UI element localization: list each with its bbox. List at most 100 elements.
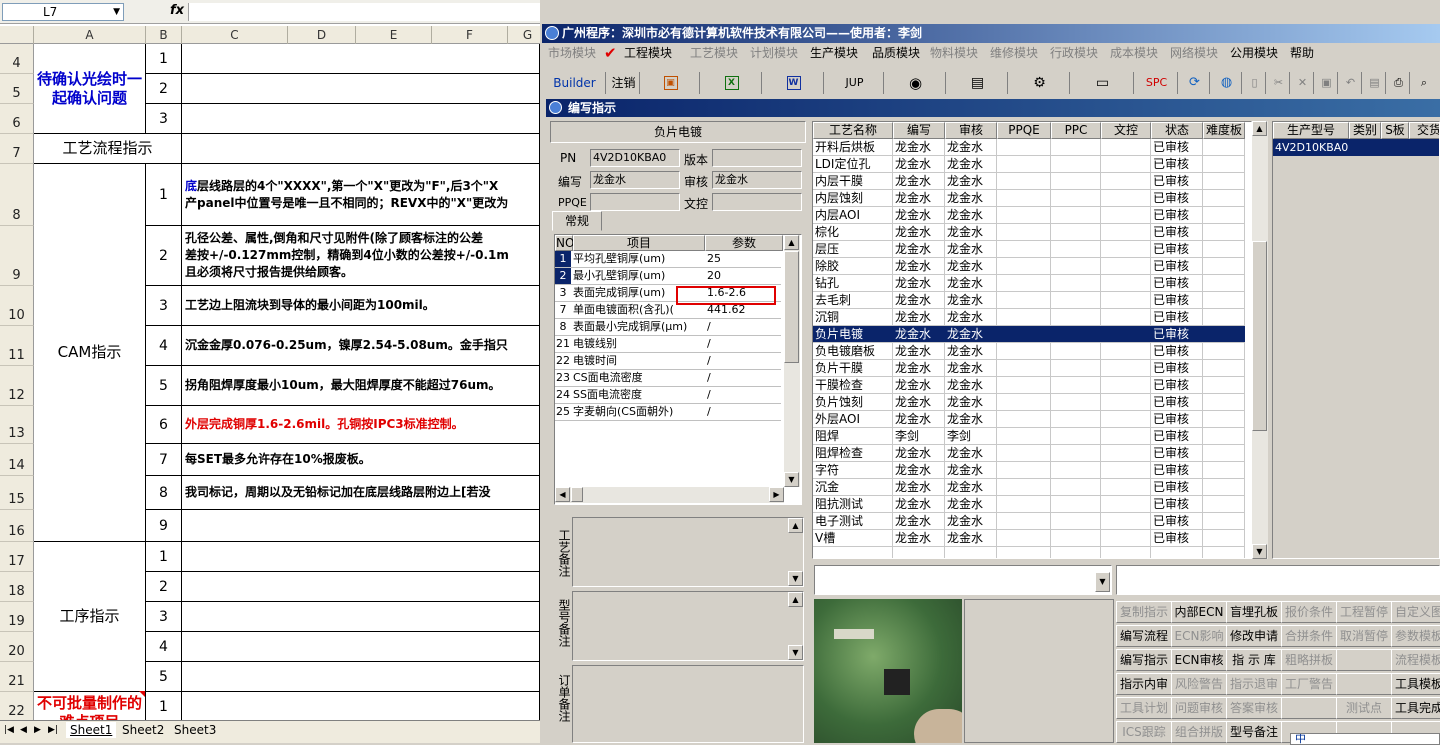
b-number-cell[interactable]: 3 (146, 602, 182, 632)
process-row[interactable]: 阻焊检查 龙金水 龙金水 已审核 (813, 445, 1245, 462)
jup-button[interactable]: JUP (826, 72, 884, 94)
refresh-icon[interactable]: ⟳ (1180, 72, 1210, 94)
row-header[interactable]: 14 (0, 444, 34, 476)
param-row[interactable]: 1 平均孔壁铜厚(um) 25 (555, 251, 781, 268)
preview-icon[interactable]: ▤ (1364, 72, 1386, 94)
menu-item-7[interactable]: 维修模块 (990, 43, 1038, 63)
action-button[interactable]: 工厂警告 (1281, 673, 1337, 695)
menu-item-1[interactable]: 工程模块 (624, 43, 672, 63)
column-header-g[interactable]: G (508, 26, 540, 44)
action-button[interactable]: 报价条件 (1281, 601, 1337, 623)
b-number-cell[interactable]: 1 (146, 44, 182, 74)
database-icon[interactable]: ▤ (948, 72, 1008, 94)
column-header-e[interactable]: E (356, 26, 432, 44)
action-button[interactable]: 流程模板 (1391, 649, 1440, 671)
scroll-left-icon[interactable]: ◀ (555, 487, 570, 502)
row-header[interactable]: 20 (0, 632, 34, 662)
column-header-f[interactable]: F (432, 26, 508, 44)
action-button[interactable]: 盲埋孔板 (1226, 601, 1282, 623)
b-number-cell[interactable]: 3 (146, 104, 182, 134)
b-number-cell[interactable]: 2 (146, 74, 182, 104)
b-number-cell[interactable]: 8 (146, 476, 182, 510)
model-scroll-up-icon[interactable]: ▲ (788, 592, 803, 607)
row-header[interactable]: 19 (0, 602, 34, 632)
action-button[interactable]: 粗略拼板 (1281, 649, 1337, 671)
action-button[interactable]: 问题审核 (1171, 697, 1227, 719)
action-button[interactable]: 编写指示 (1116, 649, 1172, 671)
menu-item-11[interactable]: 公用模块 (1230, 43, 1278, 63)
process-row[interactable]: 内层AOI 龙金水 龙金水 已审核 (813, 207, 1245, 224)
group-flow-cell[interactable]: 工艺流程指示 (34, 134, 182, 164)
content-cell[interactable] (182, 510, 540, 542)
name-box[interactable]: L7 ▼ (2, 3, 124, 21)
param-row[interactable]: 24 SS面电流密度 / (555, 387, 781, 404)
action-button[interactable]: 工程暂停 (1336, 601, 1392, 623)
column-header-a[interactable]: A (34, 26, 146, 44)
menu-item-3[interactable]: 计划模块 (750, 43, 798, 63)
menu-item-12[interactable]: 帮助 (1290, 43, 1314, 63)
process-notes[interactable]: ▲ ▼ (572, 517, 804, 587)
group-process-cell[interactable]: 工序指示 (34, 542, 146, 692)
process-row[interactable]: 负片电镀 龙金水 龙金水 已审核 (813, 326, 1245, 343)
next-sheet-icon[interactable]: ▶ (34, 725, 41, 735)
cam-instruction-cell[interactable]: 底层线路层的4个"XXXX",第一个"X"更改为"F",后3个"X 产panel中… (182, 164, 540, 226)
ime-bar[interactable]: 中 (1290, 733, 1440, 745)
cam-instruction-cell[interactable]: 我司标记，周期以及无铅标记加在底层线路层附边上[若没 (182, 476, 540, 510)
sheet-tab-1[interactable]: Sheet1 (66, 722, 117, 738)
scroll-thumb[interactable] (784, 251, 799, 363)
proc-header[interactable]: 编写 (893, 122, 945, 139)
action-button[interactable] (1281, 697, 1337, 719)
word-button[interactable]: W (764, 72, 824, 94)
proc-header[interactable]: 文控 (1101, 122, 1151, 139)
process-row[interactable]: 内层干膜 龙金水 龙金水 已审核 (813, 173, 1245, 190)
action-button[interactable]: 指示内审 (1116, 673, 1172, 695)
process-row[interactable]: 去毛刺 龙金水 龙金水 已审核 (813, 292, 1245, 309)
notes-scroll-down-icon[interactable]: ▼ (788, 571, 803, 586)
content-cell[interactable] (182, 44, 540, 74)
process-row[interactable]: 电子测试 龙金水 龙金水 已审核 (813, 513, 1245, 530)
content-cell[interactable] (182, 74, 540, 104)
row-header[interactable]: 8 (0, 164, 34, 226)
process-row[interactable]: V槽 龙金水 龙金水 已审核 (813, 530, 1245, 547)
undo-icon[interactable]: ↶ (1340, 72, 1362, 94)
proc-header[interactable]: 难度板 (1203, 122, 1245, 139)
process-row[interactable]: 负电镀磨板 龙金水 龙金水 已审核 (813, 343, 1245, 360)
b-number-cell[interactable]: 4 (146, 632, 182, 662)
action-button[interactable]: 工具模板 (1391, 673, 1440, 695)
b-number-cell[interactable]: 6 (146, 406, 182, 444)
param-row[interactable]: 22 电镀时间 / (555, 353, 781, 370)
proc-header[interactable]: PPC (1051, 122, 1101, 139)
doc-field[interactable] (712, 193, 802, 211)
action-button[interactable]: 工具计划 (1116, 697, 1172, 719)
chevron-down-icon[interactable]: ▼ (113, 4, 120, 20)
writer-field[interactable]: 龙金水 (590, 171, 680, 189)
content-cell[interactable] (182, 104, 540, 134)
process-row[interactable]: 层压 龙金水 龙金水 已审核 (813, 241, 1245, 258)
select-all-corner[interactable] (0, 26, 34, 44)
find-icon[interactable]: ⌕ (1412, 72, 1436, 94)
process-row[interactable]: 棕化 龙金水 龙金水 已审核 (813, 224, 1245, 241)
b-number-cell[interactable]: 5 (146, 662, 182, 692)
row-header[interactable]: 17 (0, 542, 34, 572)
action-button[interactable]: 风险警告 (1171, 673, 1227, 695)
menu-item-9[interactable]: 成本模块 (1110, 43, 1158, 63)
row-header[interactable]: 16 (0, 510, 34, 542)
content-cell[interactable] (182, 692, 540, 722)
excel-button[interactable]: X (702, 72, 762, 94)
column-header-d[interactable]: D (288, 26, 356, 44)
row-header[interactable]: 4 (0, 44, 34, 74)
param-row[interactable]: 23 CS面电流密度 / (555, 370, 781, 387)
action-button[interactable] (1336, 649, 1392, 671)
b-number-cell[interactable]: 1 (146, 692, 182, 722)
content-cell[interactable] (182, 134, 540, 164)
process-row[interactable]: LDI定位孔 龙金水 龙金水 已审核 (813, 156, 1245, 173)
content-cell[interactable] (182, 542, 540, 572)
menu-item-5[interactable]: 品质模块 (872, 43, 920, 63)
action-button[interactable]: 指示退审 (1226, 673, 1282, 695)
sheet-grid[interactable]: 4 5 6 7 8 9 10 11 12 13 14 15 16 17 18 19 20 21 22 待确认光绘时一起… (0, 44, 540, 738)
param-row[interactable]: 21 电镀线别 / (555, 336, 781, 353)
prev-sheet-icon[interactable]: ◀ (20, 725, 27, 735)
action-button[interactable]: 取消暂停 (1336, 625, 1392, 647)
b-number-cell[interactable]: 2 (146, 226, 182, 286)
model-header[interactable]: 生产型号 (1273, 122, 1349, 139)
